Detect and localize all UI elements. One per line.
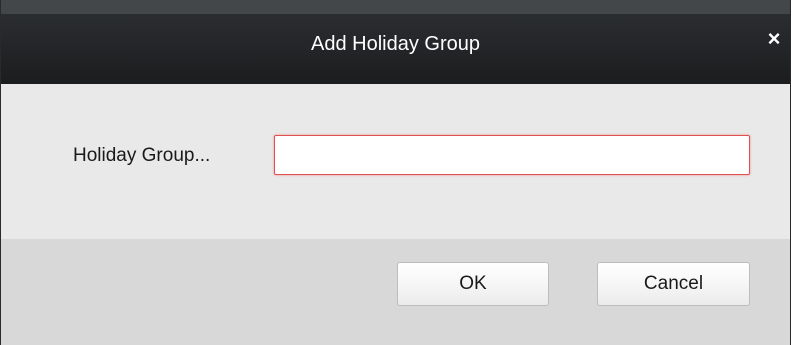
close-icon[interactable]: ×	[759, 24, 789, 54]
holiday-group-name-label: Holiday Group...	[73, 145, 211, 166]
add-holiday-group-dialog: Add Holiday Group × Holiday Group... OK …	[0, 0, 791, 345]
dialog-title: Add Holiday Group	[311, 33, 480, 55]
titlebar-top-strip	[1, 0, 790, 14]
cancel-button[interactable]: Cancel	[597, 262, 750, 306]
dialog-titlebar: Add Holiday Group ×	[1, 0, 790, 84]
holiday-group-name-input[interactable]	[274, 135, 750, 175]
ok-button[interactable]: OK	[397, 262, 549, 306]
